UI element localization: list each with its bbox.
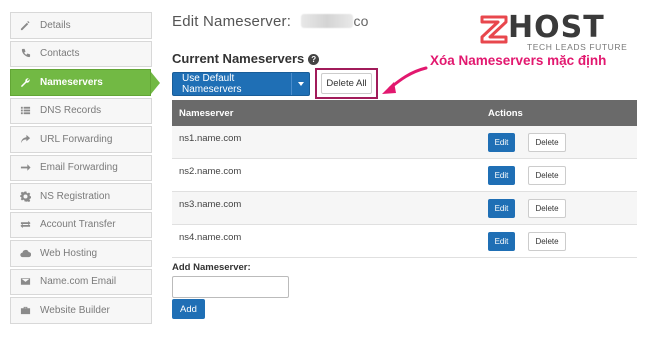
sidebar-item-label: DNS Records <box>40 105 102 117</box>
nameserver-cell: ns4.name.com <box>179 231 242 243</box>
table-body: ns1.name.com Edit Delete ns2.name.com Ed… <box>172 126 637 258</box>
sidebar-item-web-hosting[interactable]: Web Hosting <box>10 240 152 267</box>
sidebar-item-dns-records[interactable]: DNS Records <box>10 97 152 124</box>
add-nameserver-input[interactable] <box>172 276 289 298</box>
logo-brand: HOST <box>508 10 605 45</box>
nameserver-cell: ns3.name.com <box>179 198 242 210</box>
actions-cell: Edit Delete <box>488 132 566 152</box>
nameserver-cell: ns1.name.com <box>179 132 242 144</box>
sidebar-item-label: Email Forwarding <box>40 162 118 174</box>
delete-button[interactable]: Delete <box>528 165 566 185</box>
column-header-actions: Actions <box>488 107 523 119</box>
page-title: Edit Nameserver: co <box>172 13 369 30</box>
delete-button[interactable]: Delete <box>528 132 566 152</box>
sidebar-item-label: URL Forwarding <box>40 133 113 145</box>
domain-name-tail: co <box>353 13 369 29</box>
add-button[interactable]: Add <box>172 299 205 319</box>
pencil-icon <box>19 19 31 31</box>
annotation-arrow-icon <box>382 66 428 94</box>
sidebar-item-ns-registration[interactable]: NS Registration <box>10 183 152 210</box>
sidebar-item-nameservers[interactable]: Nameservers <box>10 69 160 96</box>
actions-cell: Edit Delete <box>488 165 566 185</box>
briefcase-icon <box>19 304 31 316</box>
sidebar-item-label: Details <box>40 19 71 31</box>
transfer-icon <box>19 219 31 231</box>
actions-cell: Edit Delete <box>488 198 566 218</box>
sidebar-item-email-forwarding[interactable]: Email Forwarding <box>10 154 152 181</box>
wrench-icon <box>19 76 31 88</box>
arrow-right-icon <box>19 162 31 174</box>
use-default-nameservers-label: Use Default Nameservers <box>182 73 242 95</box>
chevron-down-icon[interactable] <box>291 73 309 95</box>
logo-tagline: TECH LEADS FUTURE <box>527 42 628 52</box>
delete-button[interactable]: Delete <box>528 231 566 251</box>
list-icon <box>19 105 31 117</box>
sidebar-item-account-transfer[interactable]: Account Transfer <box>10 211 152 238</box>
nameserver-table: Nameserver Actions ns1.name.com Edit Del… <box>172 100 637 258</box>
zhost-logo: HOST TECH LEADS FUTURE <box>478 10 638 54</box>
table-row: ns4.name.com Edit Delete <box>172 225 637 258</box>
annotation-text: Xóa Nameservers mặc định <box>430 53 607 68</box>
sidebar-item-label: Name.com Email <box>40 276 117 288</box>
envelope-icon <box>19 276 31 288</box>
domain-name-redacted <box>301 14 354 28</box>
cloud-icon <box>19 247 31 259</box>
delete-all-highlight-box: Delete All <box>315 68 378 99</box>
sidebar-item-label: Account Transfer <box>40 219 116 231</box>
sidebar-item-label: NS Registration <box>40 190 111 202</box>
sidebar-item-label: Nameservers <box>40 76 103 88</box>
column-header-nameserver: Nameserver <box>179 107 234 119</box>
add-nameserver-label: Add Nameserver: <box>172 262 251 273</box>
sidebar-item-url-forwarding[interactable]: URL Forwarding <box>10 126 152 153</box>
use-default-nameservers-button[interactable]: Use Default Nameservers <box>172 72 310 96</box>
actions-cell: Edit Delete <box>488 231 566 251</box>
edit-button[interactable]: Edit <box>488 198 515 218</box>
table-row: ns1.name.com Edit Delete <box>172 126 637 159</box>
sidebar-item-label: Web Hosting <box>40 247 98 259</box>
sidebar-nav: Details Contacts Nameservers DNS Records… <box>10 12 160 326</box>
section-title-text: Current Nameservers <box>172 51 305 66</box>
sidebar-item-name-com-email[interactable]: Name.com Email <box>10 268 152 295</box>
gear-icon <box>19 190 31 202</box>
table-row: ns2.name.com Edit Delete <box>172 159 637 192</box>
phone-icon <box>19 48 31 60</box>
question-circle-icon[interactable]: ? <box>308 54 320 65</box>
nameserver-cell: ns2.name.com <box>179 165 242 177</box>
zhost-z-mark-icon <box>480 15 508 44</box>
edit-button[interactable]: Edit <box>488 231 515 251</box>
sidebar-item-label: Contacts <box>40 48 80 60</box>
sidebar-item-details[interactable]: Details <box>10 12 152 39</box>
share-icon <box>19 133 31 145</box>
delete-all-button[interactable]: Delete All <box>321 73 372 94</box>
edit-button[interactable]: Edit <box>488 132 515 152</box>
table-row: ns3.name.com Edit Delete <box>172 192 637 225</box>
sidebar-item-website-builder[interactable]: Website Builder <box>10 297 152 324</box>
table-header: Nameserver Actions <box>172 100 637 126</box>
edit-button[interactable]: Edit <box>488 165 515 185</box>
section-title: Current Nameservers? <box>172 51 320 66</box>
sidebar-item-label: Website Builder <box>40 304 110 316</box>
sidebar-item-contacts[interactable]: Contacts <box>10 40 152 67</box>
delete-button[interactable]: Delete <box>528 198 566 218</box>
page-title-prefix: Edit Nameserver: <box>172 13 292 30</box>
